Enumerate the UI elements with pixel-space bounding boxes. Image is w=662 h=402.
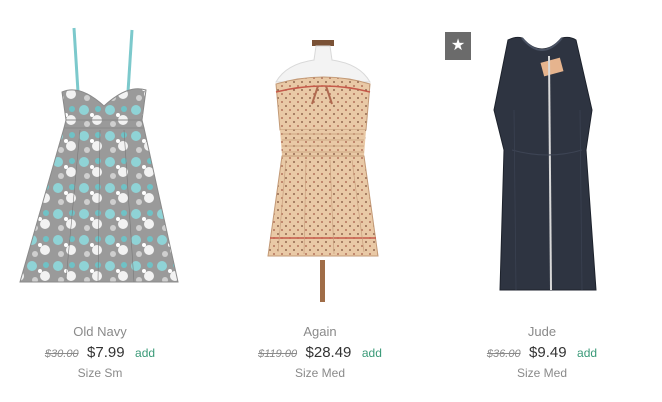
price-row: $36.00 $9.49 add (442, 344, 642, 362)
product-size: Size Med (294, 366, 346, 380)
product-card-jude[interactable]: Jude $36.00 $9.49 add Size Med (442, 0, 642, 402)
product-brand[interactable]: Again (220, 324, 420, 339)
price-row: $119.00 $28.49 add (220, 344, 420, 362)
product-card-again[interactable]: Again $119.00 $28.49 add Size Med (220, 0, 420, 402)
product-image[interactable] (220, 0, 420, 310)
sale-price: $7.99 (87, 344, 125, 361)
product-size: Size Sm (77, 366, 123, 380)
product-image[interactable] (442, 0, 642, 310)
add-to-cart-link[interactable]: add (362, 346, 382, 360)
product-grid: Old Navy $30.00 $7.99 add Size Sm Again … (0, 0, 662, 402)
product-brand[interactable]: Old Navy (0, 324, 200, 339)
price-row: $30.00 $7.99 add (0, 344, 200, 362)
add-to-cart-link[interactable]: add (577, 346, 597, 360)
original-price: $119.00 (258, 348, 298, 360)
original-price: $30.00 (44, 348, 79, 360)
sale-price: $9.49 (529, 344, 567, 361)
product-size: Size Med (516, 366, 568, 380)
original-price: $36.00 (486, 348, 521, 360)
product-card-old-navy[interactable]: Old Navy $30.00 $7.99 add Size Sm (0, 0, 200, 402)
product-image[interactable] (0, 0, 200, 310)
product-brand[interactable]: Jude (442, 324, 642, 339)
sale-price: $28.49 (305, 344, 352, 361)
favorite-star-icon[interactable]: ★ (445, 32, 471, 60)
add-to-cart-link[interactable]: add (135, 346, 155, 360)
